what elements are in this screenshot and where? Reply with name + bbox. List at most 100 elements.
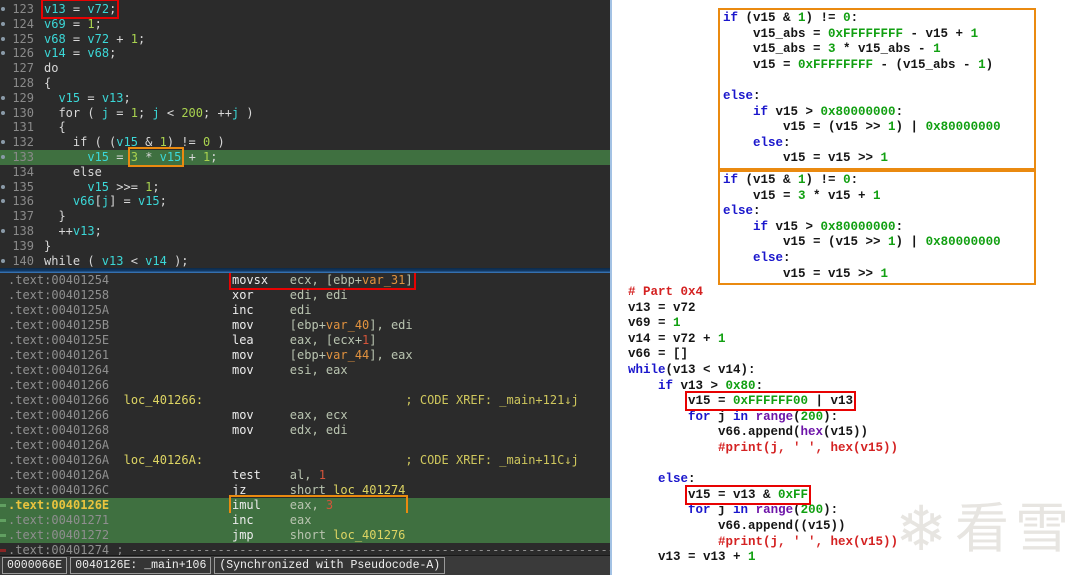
pseudocode-line[interactable]: 133 v15 = 3 * v15 + 1; — [0, 146, 610, 167]
pseudocode-text: while ( v13 < v14 ); — [44, 253, 189, 268]
script-line: else: — [723, 88, 761, 103]
asm-line[interactable]: .text:0040126A — [0, 438, 610, 453]
pseudocode-text: v68 = v72 + 1; — [44, 31, 146, 46]
script-line: if v15 > 0x80000000: — [753, 219, 904, 234]
pseudocode-view[interactable]: 123 v13 = v72; 124 v69 = 1; 125 v68 = v72 + 1… — [0, 0, 610, 268]
pseudocode-line[interactable]: 125 v68 = v72 + 1; — [0, 32, 610, 47]
line-marker-dot — [1, 21, 5, 26]
script-line: v15 = v15 >> 1 — [723, 266, 889, 281]
orange-annotation-box: if (v15 & 1) != 0: v15_abs = 0xFFFFFFFF … — [718, 8, 1036, 170]
asm-address: .text:00401272 — [8, 528, 110, 542]
line-marker-dot — [1, 228, 5, 233]
line-number: 139 — [12, 238, 34, 253]
pseudocode-line[interactable]: 130 for ( j = 1; j < 200; ++j ) — [0, 106, 610, 121]
asm-address: .text:00401258 — [8, 288, 110, 302]
line-marker-dot — [1, 154, 5, 159]
margin-mark — [0, 504, 6, 507]
script-line: # Part 0x4 — [628, 285, 704, 300]
asm-line[interactable]: .text:00401266 — [0, 378, 610, 393]
line-number: 124 — [12, 16, 34, 31]
asm-line[interactable]: .text:00401254 movsx ecx, [ebp+var_31] — [0, 273, 610, 290]
asm-address: .text:00401266 — [8, 408, 110, 422]
pseudocode-line[interactable]: 128 { — [0, 76, 610, 91]
line-marker-dot — [1, 110, 5, 115]
pseudocode-line[interactable]: 126 v14 = v68; — [0, 46, 610, 61]
asm-line[interactable]: .text:00401261 mov [ebp+var_44], eax — [0, 348, 610, 363]
asm-address: .text:0040126A — [8, 453, 110, 467]
line-number: 123 — [12, 2, 34, 16]
line-number: 130 — [12, 105, 34, 120]
pseudocode-line[interactable]: 137 } — [0, 209, 610, 224]
asm-line[interactable]: .text:00401266 mov eax, ecx — [0, 408, 610, 423]
asm-line[interactable]: .text:0040125E lea eax, [ecx+1] — [0, 333, 610, 348]
pseudocode-text: else — [44, 164, 102, 179]
asm-line[interactable]: .text:00401271 inc eax — [0, 513, 610, 528]
line-number: 126 — [12, 46, 34, 61]
asm-line[interactable]: .text:00401268 mov edx, edi — [0, 423, 610, 438]
asm-line[interactable]: .text:0040126E imul eax, 3 — [0, 495, 610, 515]
app-window: 123 v13 = v72; 124 v69 = 1; 125 v68 = v72 + 1… — [0, 0, 1085, 575]
script-line: v15 = 0xFFFFFFFF - (v15_abs - 1) — [723, 57, 994, 72]
asm-line[interactable]: .text:0040126C jz short loc_401274 — [0, 483, 610, 498]
pseudocode-line[interactable]: 134 else — [0, 165, 610, 180]
script-line: v15 = 0xFFFFFF00 | v13 — [628, 391, 1085, 412]
script-line: if (v15 & 1) != 0: — [723, 11, 859, 25]
pseudocode-line[interactable]: 132 if ( (v15 & 1) != 0 ) — [0, 135, 610, 150]
script-line: v15 = 3 * v15 + 1 — [723, 188, 881, 203]
script-line: v15_abs = 0xFFFFFFFF - v15 + 1 — [723, 26, 979, 41]
line-number: 125 — [12, 31, 34, 46]
line-number: 132 — [12, 135, 34, 150]
asm-line[interactable]: .text:0040126A test al, 1 — [0, 468, 610, 483]
script-line: #print(j, ' ', hex(v15)) — [718, 441, 899, 456]
line-number: 131 — [12, 120, 34, 135]
line-number: 134 — [12, 164, 34, 179]
asm-address: .text:0040125E — [8, 333, 110, 347]
margin-mark — [0, 534, 6, 537]
asm-address: .text:0040126A — [8, 438, 110, 452]
asm-line[interactable]: .text:00401274 ; -----------------------… — [0, 543, 610, 555]
pseudocode-line[interactable]: 124 v69 = 1; — [0, 17, 610, 32]
pseudocode-line[interactable]: 139} — [0, 239, 610, 254]
disassembly-listing[interactable]: .text:00401254 movsx ecx, [ebp+var_31] .t… — [0, 273, 610, 555]
asm-address: .text:0040126E — [8, 498, 110, 512]
watermark: ❄ 看雪 — [895, 492, 1075, 565]
line-marker-dot — [1, 95, 5, 100]
pseudocode-line[interactable]: 123 v13 = v72; — [0, 0, 610, 19]
pseudocode-line[interactable]: 135 v15 >>= 1; — [0, 180, 610, 195]
asm-address: .text:0040126A — [8, 468, 110, 482]
asm-line[interactable]: .text:0040125A inc edi — [0, 303, 610, 318]
pseudocode-line[interactable]: 131 { — [0, 120, 610, 135]
pseudocode-line[interactable]: 138 ++v13; — [0, 224, 610, 239]
script-line: v13 = v72 — [628, 300, 696, 315]
script-line: v15 = v15 >> 1 — [723, 151, 889, 166]
pseudocode-line[interactable]: 140 while ( v13 < v14 ); — [0, 254, 610, 268]
script-line: else: — [723, 204, 761, 219]
pseudocode-text: { — [44, 75, 52, 90]
orange-annotation-box: if (v15 & 1) != 0: v15 = 3 * v15 + 1 else… — [718, 169, 1036, 286]
asm-line[interactable]: .text:00401266 loc_401266: ; CODE XREF: … — [0, 393, 610, 408]
asm-line[interactable]: .text:0040125B mov [ebp+var_40], edi — [0, 318, 610, 333]
asm-address: .text:00401268 — [8, 423, 110, 437]
asm-address: .text:00401264 — [8, 363, 110, 377]
pseudocode-line[interactable]: 136 v66[j] = v15; — [0, 194, 610, 209]
pseudocode-line[interactable]: 127 do — [0, 61, 610, 76]
asm-address: .text:00401266 — [8, 378, 110, 392]
script-line — [628, 457, 1085, 473]
script-line: for j in range(200): — [688, 409, 839, 424]
asm-line[interactable]: .text:00401272 jmp short loc_401276 — [0, 528, 610, 543]
margin-mark — [0, 549, 6, 552]
snowflake-icon: ❄ — [895, 492, 947, 565]
script-line: v15 = (v15 >> 1) | 0x80000000 — [723, 120, 1001, 135]
line-number: 138 — [12, 223, 34, 238]
asm-address: .text:0040126C — [8, 483, 110, 497]
pseudocode-text: { — [44, 120, 66, 135]
pseudocode-line[interactable]: 129 v15 = v13; — [0, 91, 610, 106]
script-line: if v13 > 0x80: — [658, 378, 764, 393]
line-number: 137 — [12, 209, 34, 224]
asm-line[interactable]: .text:0040126A loc_40126A: ; CODE XREF: … — [0, 453, 610, 468]
script-line: v69 = 1 — [628, 316, 681, 331]
asm-line[interactable]: .text:00401258 xor edi, edi — [0, 288, 610, 303]
asm-line[interactable]: .text:00401264 mov esi, eax — [0, 363, 610, 378]
pseudocode-text: v14 = v68; — [44, 46, 117, 61]
line-number: 140 — [12, 253, 34, 268]
